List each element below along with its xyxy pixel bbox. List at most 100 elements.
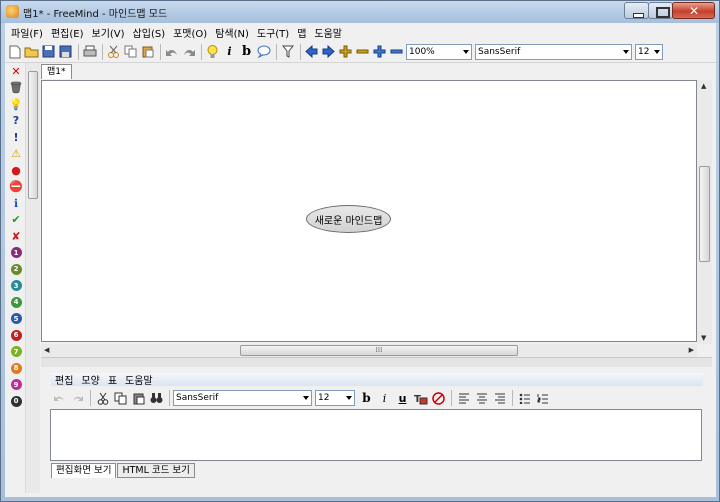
tab-html-source-view[interactable]: HTML 코드 보기	[117, 463, 195, 478]
remove-last-icon-icon[interactable]: ✕	[8, 63, 24, 79]
find-binoculars-icon[interactable]	[148, 391, 165, 406]
menu-help[interactable]: 도움말	[310, 25, 346, 40]
priority-2-icon[interactable]: 2	[8, 261, 24, 277]
italic-button[interactable]: i	[222, 44, 237, 59]
note-bubble-icon[interactable]	[256, 44, 271, 59]
notes-font-size-select[interactable]: 12	[315, 390, 355, 406]
undo-icon[interactable]	[51, 391, 68, 406]
root-node[interactable]: 새로운 마인드맵	[306, 205, 391, 233]
icon-toolbar-scrollbar[interactable]	[25, 63, 40, 493]
numbered-list-icon[interactable]	[534, 391, 551, 406]
mind-map-canvas[interactable]: 새로운 마인드맵	[41, 80, 697, 342]
menu-maps[interactable]: 맵	[293, 25, 310, 40]
question-icon[interactable]: ?	[8, 113, 24, 129]
new-map-icon[interactable]	[7, 44, 22, 59]
save-icon[interactable]	[41, 44, 56, 59]
bold-button[interactable]: b	[239, 44, 254, 59]
notes-menu-help[interactable]: 도움말	[121, 372, 157, 387]
navigate-forward-icon[interactable]	[321, 44, 336, 59]
zoom-out-minus-icon[interactable]	[355, 44, 370, 59]
scroll-right-icon[interactable]: ▶	[689, 346, 694, 354]
notes-italic-button[interactable]: i	[376, 391, 393, 406]
remove-all-icons-icon[interactable]: 🗑	[8, 80, 24, 96]
paste-icon[interactable]	[140, 44, 155, 59]
priority-0-icon[interactable]: 0	[8, 393, 24, 409]
menu-edit[interactable]: 편집(E)	[47, 25, 88, 40]
canvas-vertical-scrollbar[interactable]: ▲ ▼	[697, 80, 712, 344]
notes-menu-edit[interactable]: 편집	[51, 372, 77, 387]
copy-icon[interactable]	[123, 44, 138, 59]
priority-8-icon[interactable]: 8	[8, 360, 24, 376]
remove-minus-blue-icon[interactable]	[389, 44, 404, 59]
scrollbar-thumb[interactable]	[699, 166, 710, 262]
cut-icon[interactable]	[94, 391, 111, 406]
icon-toolbar: ✕ 🗑 💡?! ⚠ ● ⛔ ℹ ✔ ✘ 1 2 3 4 5 6 7 8 9 0	[5, 63, 25, 497]
info-icon[interactable]: ℹ	[8, 195, 24, 211]
stop-icon[interactable]: ●	[8, 162, 24, 178]
undo-icon[interactable]	[164, 44, 179, 59]
exclamation-icon[interactable]: !	[8, 129, 24, 145]
notes-menu-format[interactable]: 모양	[77, 372, 103, 387]
print-icon[interactable]	[82, 44, 97, 59]
notes-text-editor[interactable]	[50, 409, 702, 461]
redo-icon[interactable]	[69, 391, 86, 406]
navigate-back-icon[interactable]	[304, 44, 319, 59]
menu-view[interactable]: 보기(V)	[88, 25, 129, 40]
checkmark-icon[interactable]: ✔	[8, 212, 24, 228]
zoom-select[interactable]: 100%	[406, 43, 472, 60]
notes-bold-button[interactable]: b	[358, 391, 375, 406]
maximize-button[interactable]	[648, 2, 673, 19]
scrollbar-thumb[interactable]	[28, 71, 38, 199]
idea-bulb-icon[interactable]	[205, 44, 220, 59]
scroll-left-icon[interactable]: ◀	[44, 346, 49, 354]
title-bar[interactable]: 맵1* - FreeMind - 마인드맵 모드 ✕	[1, 1, 719, 23]
menu-file[interactable]: 파일(F)	[7, 25, 47, 40]
tab-wysiwyg-view[interactable]: 편집화면 보기	[51, 463, 117, 478]
priority-1-icon[interactable]: 1	[8, 245, 24, 261]
menu-format[interactable]: 포맷(O)	[169, 25, 211, 40]
font-family-select[interactable]: SansSerif	[475, 43, 632, 60]
menu-tools[interactable]: 도구(T)	[253, 25, 293, 40]
menu-navigate[interactable]: 탐색(N)	[211, 25, 253, 40]
priority-6-icon[interactable]: 6	[8, 327, 24, 343]
notes-underline-button[interactable]: u	[394, 391, 411, 406]
priority-5-icon[interactable]: 5	[8, 311, 24, 327]
font-size-select[interactable]: 12	[635, 43, 663, 60]
scroll-down-icon[interactable]: ▼	[701, 334, 706, 342]
scroll-up-icon[interactable]: ▲	[701, 82, 706, 90]
notes-font-family-select[interactable]: SansSerif	[173, 390, 312, 406]
save-as-icon[interactable]	[58, 44, 73, 59]
priority-9-icon[interactable]: 9	[8, 377, 24, 393]
clear-format-icon[interactable]	[430, 391, 447, 406]
cut-icon[interactable]	[106, 44, 121, 59]
priority-3-icon[interactable]: 3	[8, 278, 24, 294]
minimize-button[interactable]	[624, 2, 649, 19]
canvas-horizontal-scrollbar[interactable]: ◀ ⁞⁞⁞ ▶	[41, 344, 697, 357]
redo-icon[interactable]	[181, 44, 196, 59]
font-family-value: SansSerif	[478, 46, 521, 57]
notes-splitter[interactable]	[41, 357, 712, 367]
filter-icon[interactable]	[280, 44, 295, 59]
notes-toolbar: SansSerif 12 b i u T	[51, 387, 703, 409]
text-color-icon[interactable]: T	[412, 391, 429, 406]
align-left-icon[interactable]	[455, 391, 472, 406]
close-button[interactable]: ✕	[672, 2, 715, 19]
cross-icon[interactable]: ✘	[8, 228, 24, 244]
menu-insert[interactable]: 삽입(S)	[129, 25, 170, 40]
copy-icon[interactable]	[112, 391, 129, 406]
align-center-icon[interactable]	[473, 391, 490, 406]
align-right-icon[interactable]	[491, 391, 508, 406]
priority-7-icon[interactable]: 7	[8, 344, 24, 360]
add-plus-blue-icon[interactable]	[372, 44, 387, 59]
idea-bulb-icon[interactable]: 💡	[8, 96, 24, 112]
notes-menu-table[interactable]: 표	[104, 372, 121, 387]
no-entry-icon[interactable]: ⛔	[8, 179, 24, 195]
open-folder-icon[interactable]	[24, 44, 39, 59]
priority-4-icon[interactable]: 4	[8, 294, 24, 310]
bullet-list-icon[interactable]	[516, 391, 533, 406]
scrollbar-thumb[interactable]: ⁞⁞⁞	[240, 345, 518, 356]
zoom-in-plus-icon[interactable]	[338, 44, 353, 59]
warning-icon[interactable]: ⚠	[8, 146, 24, 162]
paste-icon[interactable]	[130, 391, 147, 406]
map-tab[interactable]: 맵1*	[41, 64, 72, 79]
